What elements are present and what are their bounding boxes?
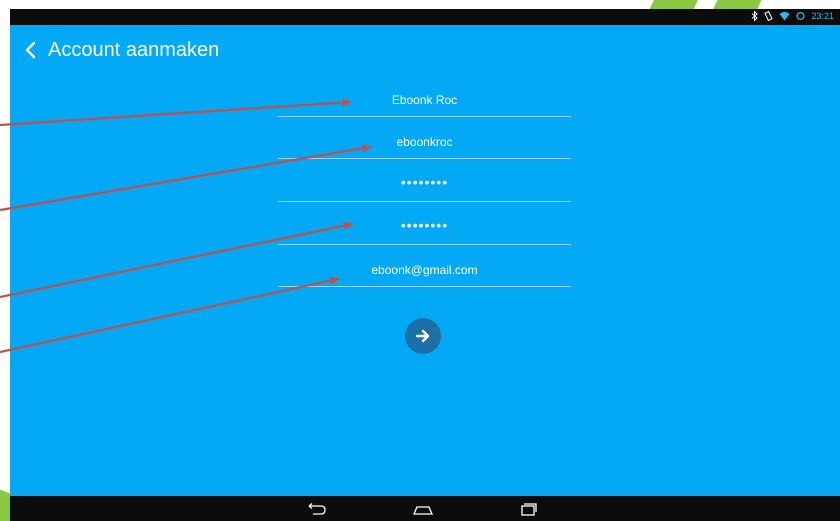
nav-recents-button[interactable] [515,501,541,517]
chevron-left-icon [25,41,36,59]
back-button[interactable] [18,37,44,63]
vibrate-icon [764,11,774,21]
username-field-value: eboonkroc [396,135,453,149]
navigation-bar [10,496,840,521]
arrow-right-icon [415,329,430,343]
status-bar: 23:21 [10,9,840,25]
nav-home-button[interactable] [410,501,436,517]
clock: 23:21 [811,11,834,21]
email-field-value: eboonk@gmail.com [371,263,478,277]
password-field-value: •••••••• [400,174,449,190]
sync-icon [796,11,806,21]
tablet-screen: 23:21 Account aanmaken Eboonk Roc eboonk… [10,9,840,521]
app-bar: Account aanmaken [10,25,840,75]
wifi-icon [779,11,790,21]
username-field[interactable]: eboonkroc [278,130,571,159]
bluetooth-icon [751,11,759,21]
password-confirm-field-value: •••••••• [400,217,449,233]
status-icons: 23:21 [751,11,834,21]
nav-back-button[interactable] [303,501,329,517]
password-field[interactable]: •••••••• [278,173,571,202]
recents-nav-icon [521,503,537,516]
name-field[interactable]: Eboonk Roc [278,88,571,117]
page-title: Account aanmaken [48,39,220,61]
name-field-value: Eboonk Roc [391,93,458,107]
home-nav-icon [413,506,433,515]
email-field[interactable]: eboonk@gmail.com [278,258,571,287]
back-nav-icon [308,503,326,515]
password-confirm-field[interactable]: •••••••• [278,216,571,245]
submit-button[interactable] [405,318,441,354]
